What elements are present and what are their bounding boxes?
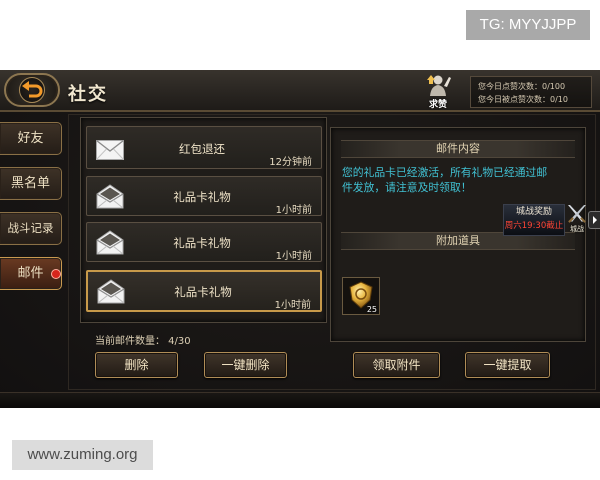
- tab-battle-log-label: 战斗记录: [7, 221, 54, 235]
- attachment-quantity: 25: [366, 305, 377, 314]
- open-envelope-icon: [96, 183, 124, 213]
- mail-content-header: 邮件内容: [341, 140, 575, 158]
- side-expand-tab[interactable]: [588, 211, 600, 229]
- city-war-label: 城战: [570, 225, 584, 233]
- request-like-button[interactable]: 求赞: [420, 73, 456, 110]
- watermark-website: www.zuming.org: [12, 440, 153, 470]
- tab-battle-log[interactable]: 战斗记录: [0, 212, 62, 245]
- mail-time: 12分钟前: [269, 157, 312, 168]
- closed-envelope-icon: [96, 139, 124, 164]
- mail-list-item[interactable]: 红包退还 12分钟前: [86, 126, 322, 169]
- mail-time: 1小时前: [274, 300, 311, 311]
- mail-count: 当前邮件数量： 4/30: [95, 336, 191, 347]
- tab-friends[interactable]: 好友: [0, 122, 62, 155]
- open-envelope-icon: [97, 278, 125, 308]
- back-button[interactable]: [4, 73, 60, 107]
- event-title: 城战奖励: [515, 207, 552, 217]
- mail-title: 红包退还: [179, 142, 225, 156]
- mail-title: 礼品卡礼物: [173, 236, 231, 250]
- tab-blacklist-label: 黑名单: [10, 176, 50, 191]
- claim-all-button[interactable]: 一键提取: [465, 352, 550, 378]
- delete-all-button[interactable]: 一键删除: [204, 352, 287, 378]
- mail-content-text: 您的礼品卡已经激活，所有礼物已经通过邮件发放，请注意及时领取！: [342, 166, 548, 194]
- page-title: 社交: [68, 84, 108, 105]
- tab-mail[interactable]: 邮件: [0, 257, 62, 290]
- city-war-button[interactable]: 城战: [565, 201, 589, 236]
- game-screen: 社交 求赞 您今日点赞次数：0/100 您今日被点赞次数：0/10 好友 黑名单…: [0, 70, 600, 408]
- request-like-label: 求赞: [428, 100, 447, 110]
- tab-mail-label: 邮件: [17, 266, 44, 281]
- open-envelope-icon: [96, 229, 124, 259]
- back-button-ring: [19, 77, 45, 103]
- watermark-telegram: TG: MYYJJPP: [466, 10, 590, 40]
- like-stats-panel: 您今日点赞次数：0/100 您今日被点赞次数：0/10: [470, 76, 592, 108]
- tab-blacklist[interactable]: 黑名单: [0, 167, 62, 200]
- likes-given-stat: 您今日点赞次数：0/100: [478, 82, 566, 91]
- tab-friends-label: 好友: [17, 131, 44, 146]
- mail-list-item[interactable]: 礼品卡礼物 1小时前: [86, 176, 322, 216]
- expand-arrow-icon: [593, 216, 597, 224]
- mail-list-item[interactable]: 礼品卡礼物 1小时前: [86, 270, 322, 312]
- city-war-reward-popup[interactable]: 城战奖励 周六19:30截止: [503, 204, 565, 236]
- claim-attachment-button[interactable]: 领取附件: [353, 352, 440, 378]
- unread-badge: [51, 269, 61, 279]
- mail-time: 1小时前: [275, 205, 312, 216]
- attachment-slot[interactable]: 25: [342, 277, 380, 315]
- bottom-ornament: [0, 392, 600, 408]
- likes-received-stat: 您今日被点赞次数：0/10: [478, 95, 568, 104]
- mail-time: 1小时前: [275, 251, 312, 262]
- mail-list-panel: 红包退还 12分钟前 礼品卡礼物 1小时前 礼品卡礼物 1小时前 礼品卡礼物 1…: [80, 117, 327, 323]
- mail-title: 礼品卡礼物: [173, 190, 231, 204]
- mail-list-item[interactable]: 礼品卡礼物 1小时前: [86, 222, 322, 262]
- top-bar: 社交 求赞 您今日点赞次数：0/100 您今日被点赞次数：0/10: [0, 70, 600, 112]
- event-deadline: 周六19:30截止: [504, 221, 564, 231]
- delete-button[interactable]: 删除: [95, 352, 178, 378]
- mail-title: 礼品卡礼物: [174, 285, 232, 299]
